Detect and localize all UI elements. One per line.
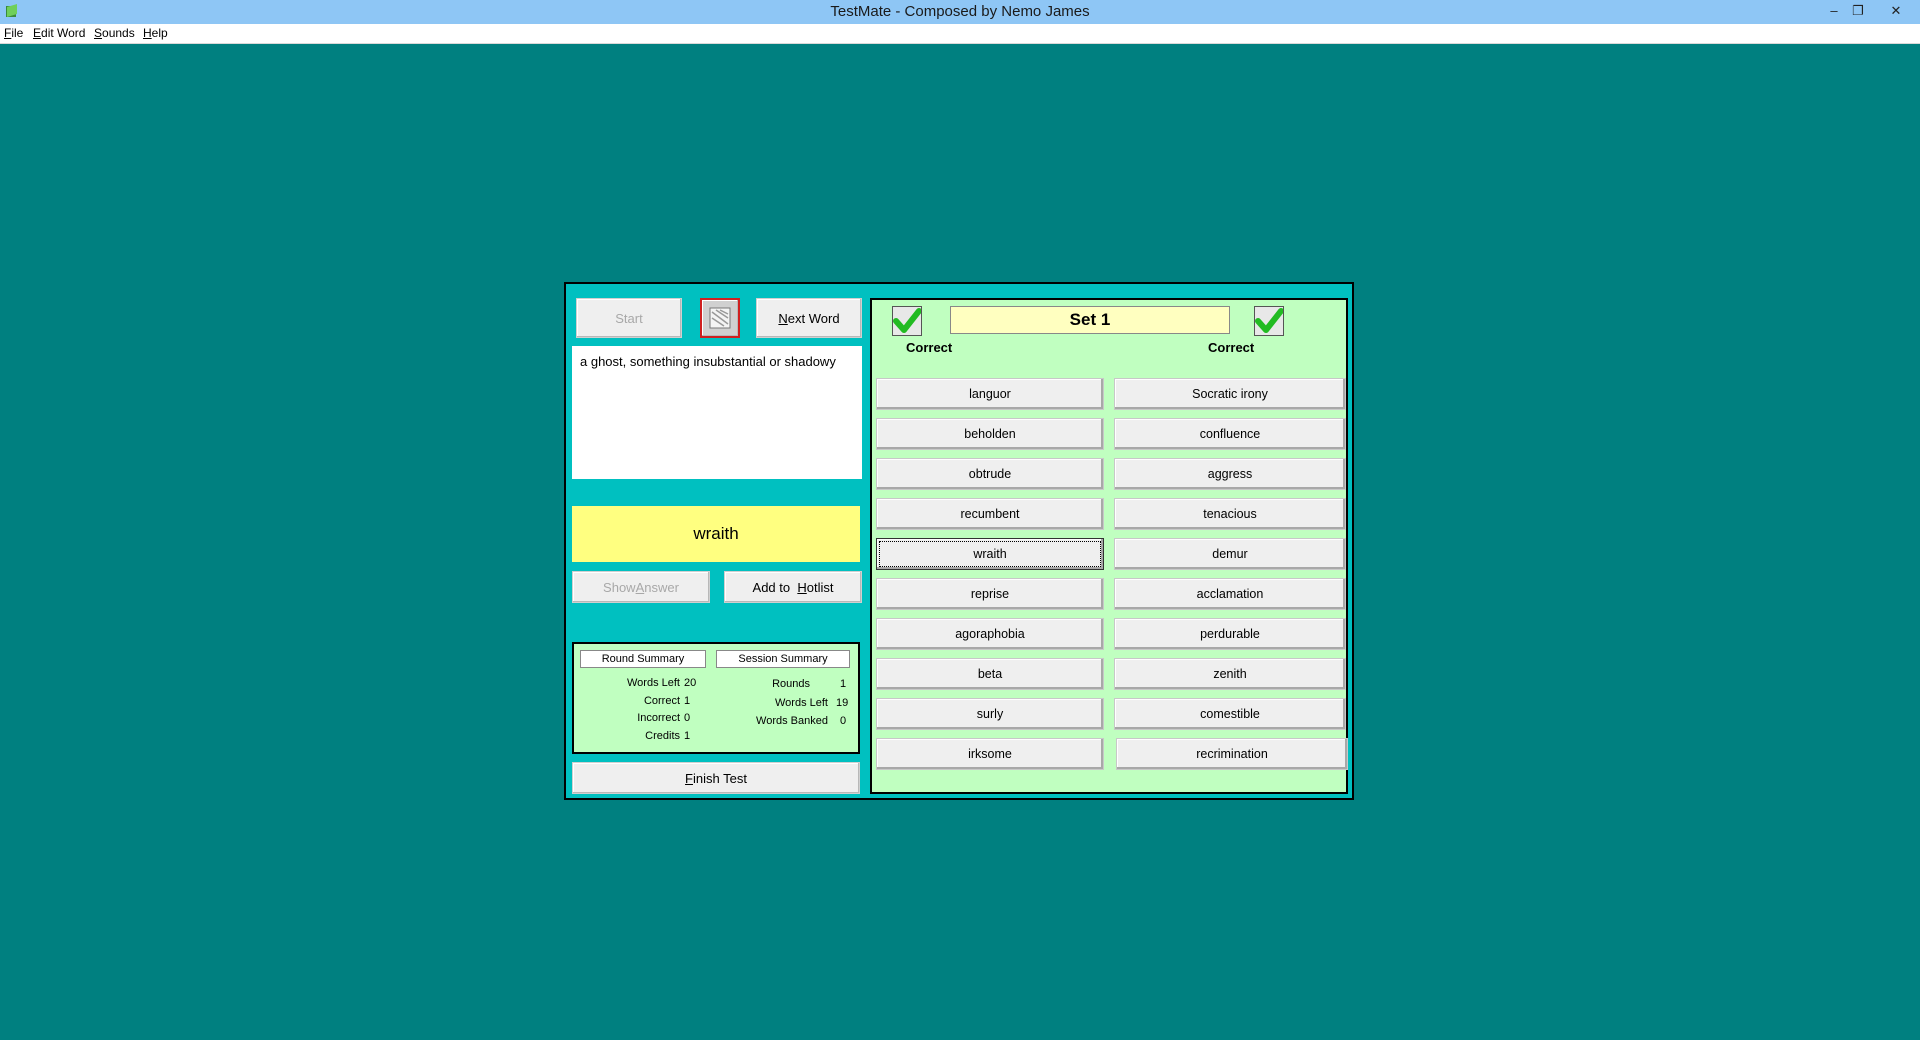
show-answer-button[interactable]: Show Answer [572,571,710,603]
clear-button[interactable] [700,298,740,338]
restore-button[interactable]: ❐ [1846,2,1870,20]
right-correct-checkbox[interactable] [1254,306,1284,336]
right-correct-label: Correct [1208,340,1255,355]
definition-text: a ghost, something insubstantial or shad… [572,346,862,479]
summary-panel: Round Summary Session Summary Words Left… [572,642,860,754]
word-button[interactable]: confluence [1114,418,1346,450]
checkmark-icon [893,308,922,333]
close-button[interactable]: ✕ [1884,2,1908,20]
window-title: TestMate - Composed by Nemo James [830,3,1090,20]
menu-file[interactable]: File [4,26,23,40]
round-summary-tab: Round Summary [580,650,706,668]
round-correct-value: 1 [684,695,691,707]
word-set-panel: Correct Set 1 Correct languor beholden o… [870,298,1348,794]
word-button[interactable]: Socratic irony [1114,378,1346,410]
word-button[interactable]: agoraphobia [876,618,1104,650]
word-button[interactable]: comestible [1114,698,1346,730]
finish-test-button[interactable]: Finish Test [572,762,860,794]
main-panel: Start Next Word a ghost, something insub… [564,282,1354,800]
word-button[interactable]: recumbent [876,498,1104,530]
word-button[interactable]: recrimination [1116,738,1348,770]
word-button[interactable]: reprise [876,578,1104,610]
menu-help[interactable]: Help [143,26,168,40]
word-button[interactable]: acclamation [1114,578,1346,610]
word-button[interactable]: demur [1114,538,1346,570]
word-button-selected[interactable]: wraith [876,538,1104,570]
word-button[interactable]: aggress [1114,458,1346,490]
menu-edit-word[interactable]: Edit Word [33,26,85,40]
session-words-left-value: 19 [836,697,849,709]
menu-sounds[interactable]: Sounds [94,26,135,40]
eraser-icon [709,307,731,329]
round-words-left-value: 20 [684,677,697,689]
word-button[interactable]: beta [876,658,1104,690]
checkmark-icon [1255,308,1284,333]
word-button[interactable]: tenacious [1114,498,1346,530]
word-button[interactable]: zenith [1114,658,1346,690]
menu-bar: File Edit Word Sounds Help [0,24,1920,44]
session-words-banked-value: 0 [840,715,847,727]
word-button[interactable]: surly [876,698,1104,730]
title-bar: TestMate - Composed by Nemo James – ❐ ✕ [0,0,1920,24]
word-button[interactable]: obtrude [876,458,1104,490]
word-button[interactable]: beholden [876,418,1104,450]
next-word-button[interactable]: Next Word [756,298,862,338]
add-to-hotlist-button[interactable]: Add to Hotlist [724,571,862,603]
answer-display: wraith [572,506,860,562]
word-button[interactable]: languor [876,378,1104,410]
round-credits-value: 1 [684,730,691,742]
set-title: Set 1 [950,306,1230,334]
round-incorrect-value: 0 [684,712,691,724]
minimize-button[interactable]: – [1822,2,1846,20]
session-summary-tab: Session Summary [716,650,850,668]
start-button[interactable]: Start [576,298,682,338]
left-correct-label: Correct [906,340,953,355]
session-rounds-value: 1 [840,678,847,690]
word-button[interactable]: irksome [876,738,1104,770]
word-button[interactable]: perdurable [1114,618,1346,650]
left-correct-checkbox[interactable] [892,306,922,336]
